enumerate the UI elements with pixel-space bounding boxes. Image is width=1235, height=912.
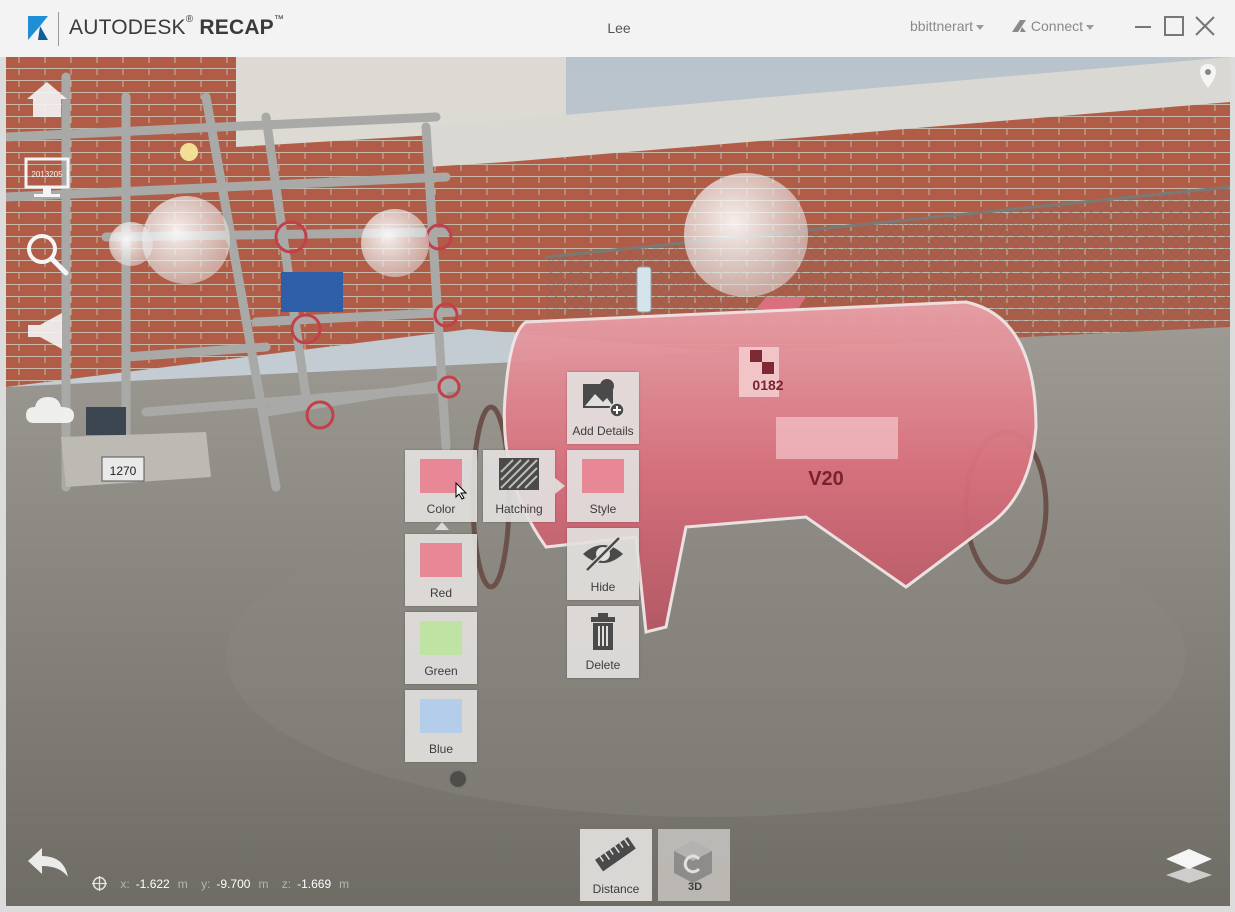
color-swatch-blue — [420, 699, 462, 733]
eye-slash-icon — [583, 536, 623, 572]
color-option-blue[interactable]: Blue — [405, 690, 477, 762]
app-brand: AUTODESK® RECAP™ — [69, 14, 285, 40]
search-icon[interactable] — [24, 231, 70, 277]
brand-product: RECAP — [199, 16, 274, 39]
user-name: bbittnerart — [910, 18, 974, 34]
chevron-down-icon — [1086, 24, 1095, 30]
hatching-icon — [499, 458, 539, 490]
y-label: y: — [201, 877, 211, 891]
cube-3d-icon — [674, 841, 712, 883]
x-label: x: — [120, 877, 130, 891]
title-bar: AUTODESK® RECAP™ Lee bbittnerart Connect — [0, 0, 1235, 57]
color-option-label: Green — [424, 664, 458, 678]
autodesk-a-icon — [1012, 20, 1026, 32]
brand-tm-mark: ™ — [273, 14, 285, 25]
distance-button[interactable]: Distance — [580, 829, 652, 901]
scan-location-bubble[interactable] — [361, 209, 429, 277]
cursor-icon — [455, 482, 467, 500]
view-3d-button[interactable]: 3D — [658, 829, 730, 901]
brand-autodesk: AUTODESK — [69, 16, 186, 39]
hatching-label: Hatching — [495, 502, 543, 516]
add-details-label: Add Details — [572, 424, 634, 438]
close-icon[interactable] — [1193, 14, 1217, 38]
x-value: -1.622 — [135, 877, 170, 891]
color-swatch-green — [420, 621, 462, 655]
color-option-red[interactable]: Red — [405, 534, 477, 606]
maximize-icon[interactable] — [1162, 14, 1186, 38]
user-menu[interactable]: bbittnerart — [910, 18, 985, 34]
y-unit: m — [258, 877, 269, 891]
style-label: Style — [589, 502, 617, 516]
color-option-label: Red — [429, 586, 452, 600]
hide-label: Hide — [590, 580, 616, 594]
equipment-pad-label: 1270 — [110, 464, 137, 478]
submenu-pointer-icon — [435, 522, 449, 530]
scan-location-bubble[interactable] — [142, 196, 230, 284]
z-unit: m — [339, 877, 350, 891]
chevron-right-icon — [555, 478, 565, 494]
brand-reg-mark: ® — [185, 14, 194, 25]
distance-label: Distance — [592, 882, 640, 896]
color-option-green[interactable]: Green — [405, 612, 477, 684]
y-value: -9.700 — [216, 877, 251, 891]
tank-marking: V20 — [808, 468, 844, 490]
style-button[interactable]: Style — [567, 450, 639, 522]
connect-label: Connect — [1030, 18, 1084, 34]
color-swatch-red — [420, 543, 462, 577]
add-details-button[interactable]: Add Details — [567, 372, 639, 444]
document-title: Lee — [607, 20, 631, 36]
z-label: z: — [281, 877, 292, 891]
scan-location-bubble[interactable] — [684, 173, 808, 297]
home-icon[interactable] — [24, 79, 70, 119]
z-value: -1.669 — [297, 877, 332, 891]
location-pin-icon[interactable] — [1199, 63, 1217, 89]
recap-logo-icon — [28, 16, 48, 40]
scan-location-bubble[interactable] — [109, 222, 153, 266]
hatching-button[interactable]: Hatching — [483, 450, 555, 522]
delete-label: Delete — [585, 658, 621, 672]
color-label: Color — [426, 502, 456, 516]
coordinate-readout: x: -1.622 m y: -9.700 m z: -1.669 m — [92, 876, 349, 891]
crosshair-icon — [92, 876, 107, 891]
ruler-icon — [595, 836, 636, 872]
color-button[interactable]: Color — [405, 450, 477, 522]
add-details-icon — [583, 379, 625, 418]
hide-button[interactable]: Hide — [567, 528, 639, 600]
cloud-icon[interactable] — [24, 393, 76, 427]
back-arrow-icon[interactable] — [24, 845, 72, 881]
connect-menu[interactable]: Connect — [1011, 18, 1095, 34]
chevron-down-icon — [976, 24, 985, 30]
delete-button[interactable]: Delete — [567, 606, 639, 678]
trash-icon — [591, 613, 615, 650]
color-option-label: Blue — [428, 742, 454, 756]
style-swatch — [582, 459, 624, 493]
logo-divider — [58, 12, 59, 46]
layers-icon[interactable] — [1164, 845, 1214, 885]
announcement-icon[interactable] — [24, 309, 72, 353]
view-3d-label: 3D — [688, 881, 703, 893]
monitor-icon[interactable]: 2013205 — [24, 157, 70, 201]
scan-viewport[interactable]: 1270 0182 V20 2013205 Add Details Color … — [6, 57, 1230, 906]
tank-number: 0182 — [752, 377, 783, 393]
x-unit: m — [177, 877, 188, 891]
minimize-icon[interactable] — [1131, 14, 1155, 38]
monitor-text: 2013205 — [31, 170, 63, 179]
